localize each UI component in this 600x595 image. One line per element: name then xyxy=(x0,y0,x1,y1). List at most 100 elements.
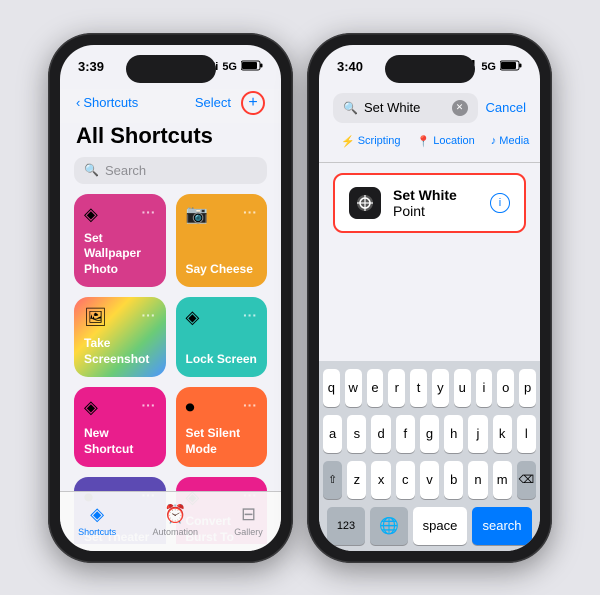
add-shortcut-button[interactable]: + xyxy=(241,91,265,115)
result-item-setwhitepoint[interactable]: Set White Point i xyxy=(333,173,526,233)
filter-tab-scripting[interactable]: ⚡ Scripting xyxy=(333,131,409,152)
key-h[interactable]: h xyxy=(444,415,463,453)
shortcut-tile-lockscreen[interactable]: ◈··· Lock Screen xyxy=(176,297,268,377)
key-j[interactable]: j xyxy=(468,415,487,453)
nav-actions: Select + xyxy=(195,91,265,115)
plus-icon: + xyxy=(248,94,257,112)
automation-tab-icon: ⏰ xyxy=(164,504,186,525)
filter-tab-location-label: Location xyxy=(433,135,475,147)
shortcut-tile-wallpaper[interactable]: ◈··· Set Wallpaper Photo xyxy=(74,194,166,288)
key-u[interactable]: u xyxy=(454,369,471,407)
keyboard: q w e r t y u i o p a s d f g h xyxy=(319,361,540,551)
network-label-right: 5G xyxy=(481,61,496,73)
tab-shortcuts[interactable]: ◈ Shortcuts xyxy=(78,504,116,537)
tab-gallery[interactable]: ⊟ Gallery xyxy=(234,504,263,537)
key-x[interactable]: x xyxy=(371,461,390,499)
cancel-button[interactable]: Cancel xyxy=(486,100,526,115)
key-w[interactable]: w xyxy=(345,369,362,407)
search-icon: 🔍 xyxy=(84,163,99,177)
left-phone: 3:39 WiFi 5G ‹ Shortcuts xyxy=(48,33,293,563)
tile-icon: ◈ xyxy=(84,397,98,418)
result-list: Set White Point i xyxy=(319,163,540,243)
key-v[interactable]: v xyxy=(420,461,439,499)
filter-tab-media[interactable]: ♪ Media xyxy=(483,131,537,152)
dynamic-island-right xyxy=(385,55,475,83)
keyboard-row-1: q w e r t y u i o p xyxy=(323,369,536,407)
key-q[interactable]: q xyxy=(323,369,340,407)
tab-automation[interactable]: ⏰ Automation xyxy=(152,504,198,537)
chevron-left-icon: ‹ xyxy=(76,95,80,110)
search-clear-button[interactable]: ✕ xyxy=(452,100,468,116)
key-s[interactable]: s xyxy=(347,415,366,453)
shortcut-tile-silentmode[interactable]: ⏺··· Set Silent Mode xyxy=(176,387,268,467)
scripting-icon: ⚡ xyxy=(341,135,355,148)
key-c[interactable]: c xyxy=(396,461,415,499)
key-123[interactable]: 123 xyxy=(327,507,365,545)
shortcut-tile-screenshot[interactable]: 🖼··· Take Screenshot xyxy=(74,297,166,377)
tile-icon: 📷 xyxy=(186,204,208,225)
dynamic-island-left xyxy=(126,55,216,83)
tile-label: Take Screenshot xyxy=(84,336,156,367)
result-name-highlight: Set White xyxy=(393,187,457,203)
shortcut-tile-saycheese[interactable]: 📷··· Say Cheese xyxy=(176,194,268,288)
search-field[interactable]: 🔍 Set White ✕ xyxy=(333,93,478,123)
battery-icon-right xyxy=(500,60,522,74)
tile-icon: ◈ xyxy=(186,307,200,328)
key-search[interactable]: search xyxy=(472,507,532,545)
tile-label: Say Cheese xyxy=(186,262,258,278)
key-t[interactable]: t xyxy=(410,369,427,407)
key-d[interactable]: d xyxy=(371,415,390,453)
key-o[interactable]: o xyxy=(497,369,514,407)
tile-label: Set Wallpaper Photo xyxy=(84,231,156,278)
shortcut-tile-newshortcut[interactable]: ◈··· New Shortcut xyxy=(74,387,166,467)
battery-icon xyxy=(241,60,263,74)
result-name: Set White Point xyxy=(393,187,478,219)
nav-back-label: Shortcuts xyxy=(83,95,138,110)
key-space[interactable]: space xyxy=(413,507,467,545)
tab-gallery-label: Gallery xyxy=(234,527,263,537)
tile-icon: 🖼 xyxy=(84,307,107,328)
keyboard-bottom-row: 123 🌐 space search xyxy=(323,507,536,545)
nav-back-button[interactable]: ‹ Shortcuts xyxy=(76,95,138,110)
key-y[interactable]: y xyxy=(432,369,449,407)
tile-label: New Shortcut xyxy=(84,426,156,457)
key-r[interactable]: r xyxy=(388,369,405,407)
filter-tab-share[interactable]: ⬆ Sha... xyxy=(537,131,540,152)
keyboard-row-3: ⇧ z x c v b n m ⌫ xyxy=(323,461,536,499)
filter-tab-location[interactable]: 📍 Location xyxy=(409,131,483,152)
key-k[interactable]: k xyxy=(493,415,512,453)
result-name-suffix: Point xyxy=(393,203,425,219)
location-icon: 📍 xyxy=(417,135,431,148)
search-bar[interactable]: 🔍 Search xyxy=(74,157,267,184)
result-info-button[interactable]: i xyxy=(490,193,510,213)
gallery-tab-icon: ⊟ xyxy=(241,504,256,525)
key-shift[interactable]: ⇧ xyxy=(323,461,342,499)
tab-shortcuts-label: Shortcuts xyxy=(78,527,116,537)
key-b[interactable]: b xyxy=(444,461,463,499)
right-status-time: 3:40 xyxy=(337,59,363,74)
key-p[interactable]: p xyxy=(519,369,536,407)
search-placeholder: Search xyxy=(105,163,146,178)
tile-label: Lock Screen xyxy=(186,352,258,368)
key-i[interactable]: i xyxy=(476,369,493,407)
key-m[interactable]: m xyxy=(493,461,512,499)
search-field-icon: 🔍 xyxy=(343,101,358,115)
key-g[interactable]: g xyxy=(420,415,439,453)
key-delete[interactable]: ⌫ xyxy=(517,461,536,499)
network-label: 5G xyxy=(222,61,237,73)
key-z[interactable]: z xyxy=(347,461,366,499)
tile-icon: ◈ xyxy=(84,204,98,225)
search-field-value: Set White xyxy=(364,100,446,115)
key-n[interactable]: n xyxy=(468,461,487,499)
key-l[interactable]: l xyxy=(517,415,536,453)
page-title: All Shortcuts xyxy=(60,123,281,157)
filter-tab-media-label: Media xyxy=(499,135,529,147)
key-a[interactable]: a xyxy=(323,415,342,453)
nav-select-button[interactable]: Select xyxy=(195,95,231,110)
media-icon: ♪ xyxy=(491,135,497,147)
key-f[interactable]: f xyxy=(396,415,415,453)
key-e[interactable]: e xyxy=(367,369,384,407)
keyboard-row-2: a s d f g h j k l xyxy=(323,415,536,453)
key-emoji[interactable]: 🌐 xyxy=(370,507,408,545)
tile-icon: ⏺ xyxy=(186,397,195,418)
